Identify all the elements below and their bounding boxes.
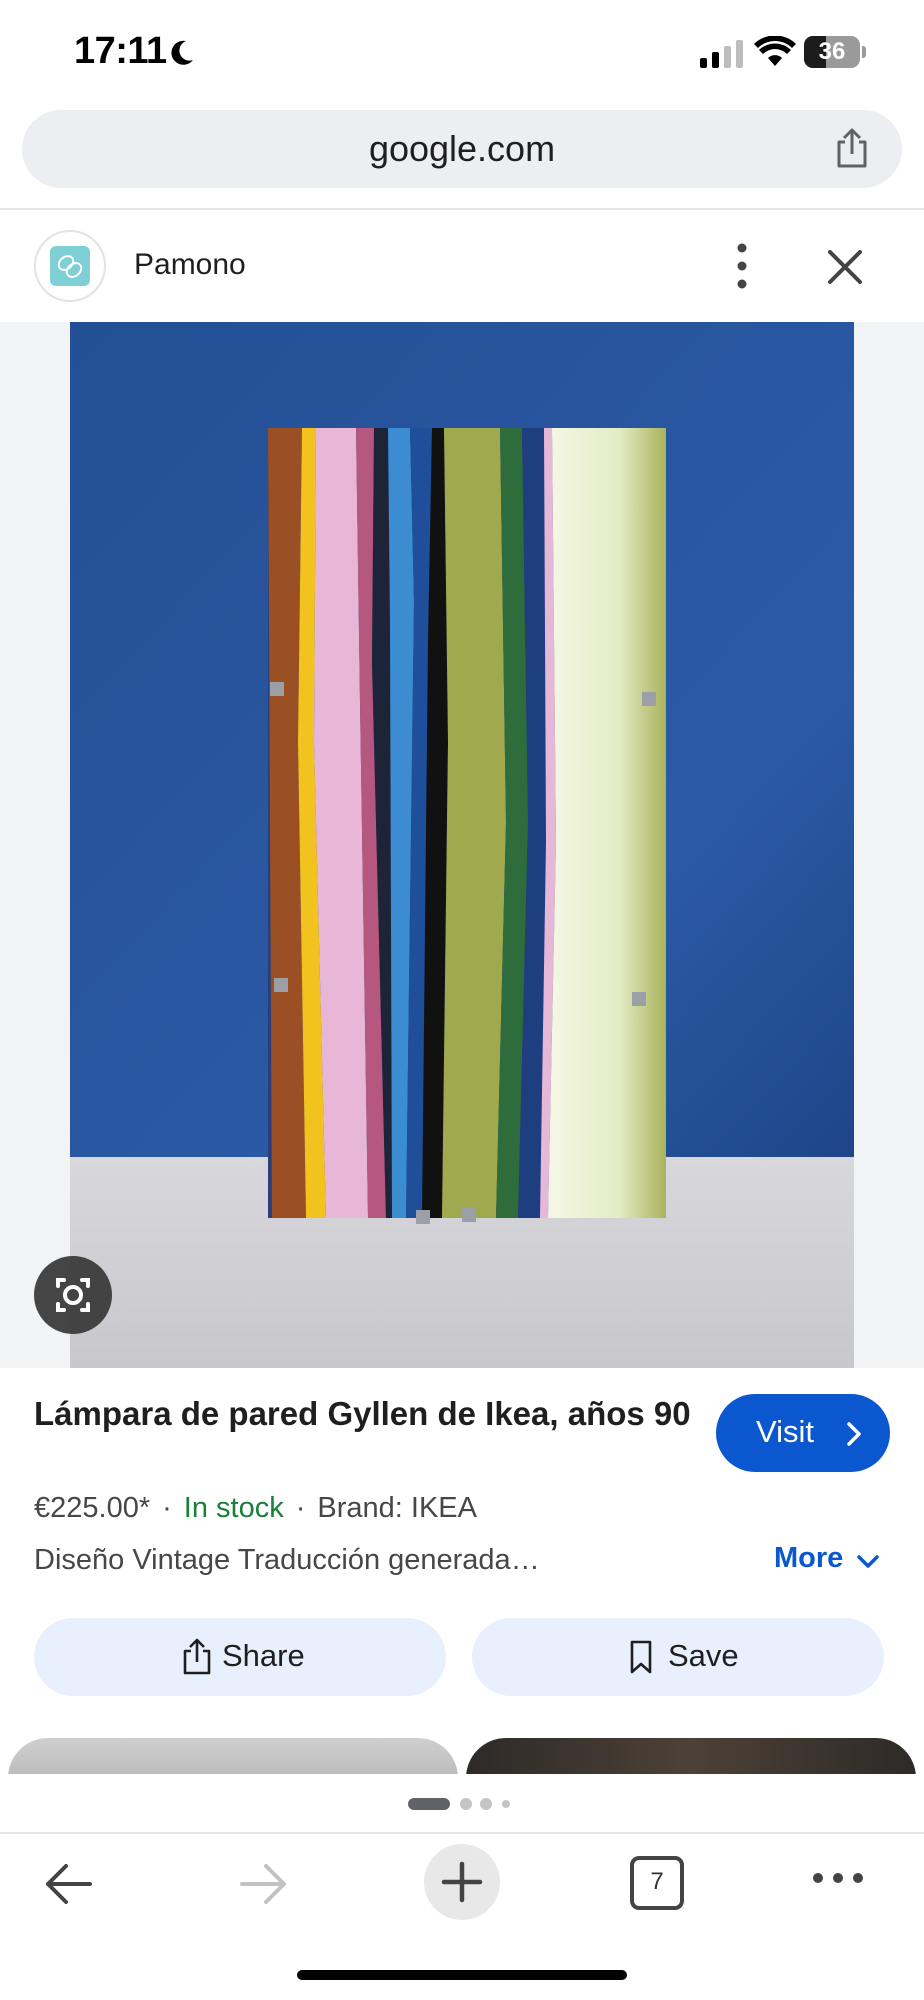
tab-count: 7 [650, 1868, 664, 1895]
plus-icon [441, 1861, 483, 1903]
product-title[interactable]: Lámpara de pared Gyllen de Ikea, años 90 [34, 1392, 694, 1436]
chevron-down-icon[interactable] [856, 1554, 880, 1570]
moon-icon [171, 40, 193, 65]
back-arrow-icon[interactable] [40, 1856, 96, 1912]
save-label: Save [668, 1638, 739, 1673]
source-favicon[interactable] [34, 230, 106, 302]
product-description: Diseño Vintage Traducción generada… [34, 1544, 540, 1576]
image-viewer [0, 322, 924, 1368]
close-icon[interactable] [820, 242, 870, 292]
source-name[interactable]: Pamono [134, 248, 246, 282]
product-image[interactable] [70, 322, 854, 1368]
address-text: google.com [368, 128, 556, 169]
pamono-logo-icon [50, 246, 90, 286]
wifi-icon [754, 36, 796, 66]
tab-switcher-button[interactable]: 7 [630, 1856, 684, 1910]
google-lens-button[interactable] [34, 1256, 112, 1334]
related-image[interactable] [8, 1738, 458, 1778]
battery-icon: 36 [804, 36, 866, 68]
battery-level: 36 [818, 38, 846, 65]
share-icon[interactable] [830, 126, 874, 170]
separator-dot: · [162, 1492, 172, 1524]
status-time: 17:11 [74, 30, 167, 72]
more-horizontal-icon[interactable] [810, 1868, 866, 1888]
stock-status: In stock [183, 1492, 284, 1524]
share-button[interactable]: Share [34, 1618, 446, 1696]
divider [0, 208, 924, 210]
bookmark-icon [630, 1640, 652, 1674]
cellular-signal-icon [700, 40, 743, 68]
new-tab-button[interactable] [424, 1844, 500, 1920]
visit-button[interactable]: Visit [716, 1394, 890, 1472]
share-label: Share [222, 1638, 305, 1673]
chevron-right-icon [847, 1422, 861, 1446]
share-icon [183, 1638, 211, 1675]
source-header: Pamono [0, 212, 924, 322]
forward-arrow-icon[interactable] [236, 1856, 292, 1912]
more-button[interactable]: More [774, 1542, 843, 1575]
related-image[interactable] [466, 1738, 916, 1778]
address-bar[interactable]: google.com [22, 110, 902, 188]
status-bar: 17:11 36 [0, 0, 924, 104]
visit-label: Visit [756, 1414, 815, 1449]
save-button[interactable]: Save [472, 1618, 884, 1696]
more-options-icon[interactable] [724, 238, 760, 294]
google-image-detail-page: 17:11 36 google.com Pamono Lámpara de pa… [0, 0, 924, 2000]
product-price: €225.00* [34, 1492, 151, 1524]
lens-icon [56, 1278, 90, 1312]
browser-toolbar: 7 [0, 1834, 924, 2000]
separator-dot: · [295, 1492, 306, 1524]
home-indicator [297, 1970, 627, 1980]
page-indicator [408, 1798, 518, 1810]
product-brand: Brand: IKEA [317, 1492, 477, 1524]
product-meta: €225.00* · In stock · Brand: IKEA [34, 1492, 477, 1532]
